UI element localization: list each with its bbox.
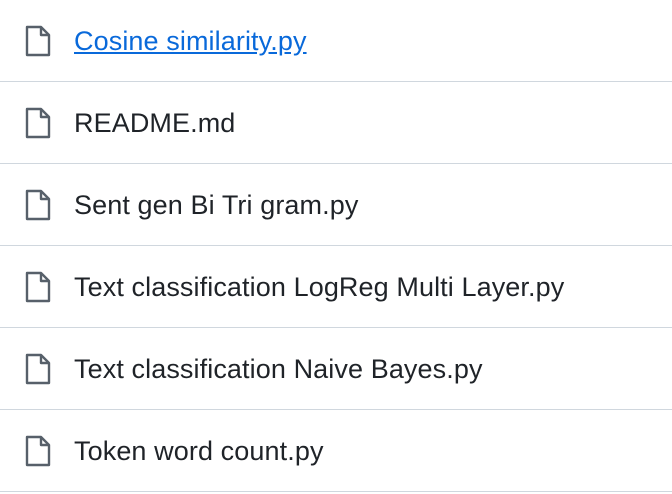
file-name[interactable]: Sent gen Bi Tri gram.py (74, 189, 358, 221)
file-icon (24, 189, 52, 221)
file-icon (24, 271, 52, 303)
file-row[interactable]: Text classification LogReg Multi Layer.p… (0, 246, 672, 328)
file-name[interactable]: Text classification Naive Bayes.py (74, 353, 483, 385)
file-icon (24, 353, 52, 385)
file-row[interactable]: Token word count.py (0, 410, 672, 492)
file-name[interactable]: README.md (74, 107, 235, 139)
file-name[interactable]: Token word count.py (74, 435, 324, 467)
file-icon (24, 107, 52, 139)
file-name[interactable]: Text classification LogReg Multi Layer.p… (74, 271, 564, 303)
file-list: Cosine similarity.py README.md Sent gen … (0, 0, 672, 492)
file-row[interactable]: Text classification Naive Bayes.py (0, 328, 672, 410)
file-icon (24, 435, 52, 467)
file-row[interactable]: Sent gen Bi Tri gram.py (0, 164, 672, 246)
file-name[interactable]: Cosine similarity.py (74, 25, 307, 57)
file-row[interactable]: README.md (0, 82, 672, 164)
file-icon (24, 25, 52, 57)
file-row[interactable]: Cosine similarity.py (0, 0, 672, 82)
